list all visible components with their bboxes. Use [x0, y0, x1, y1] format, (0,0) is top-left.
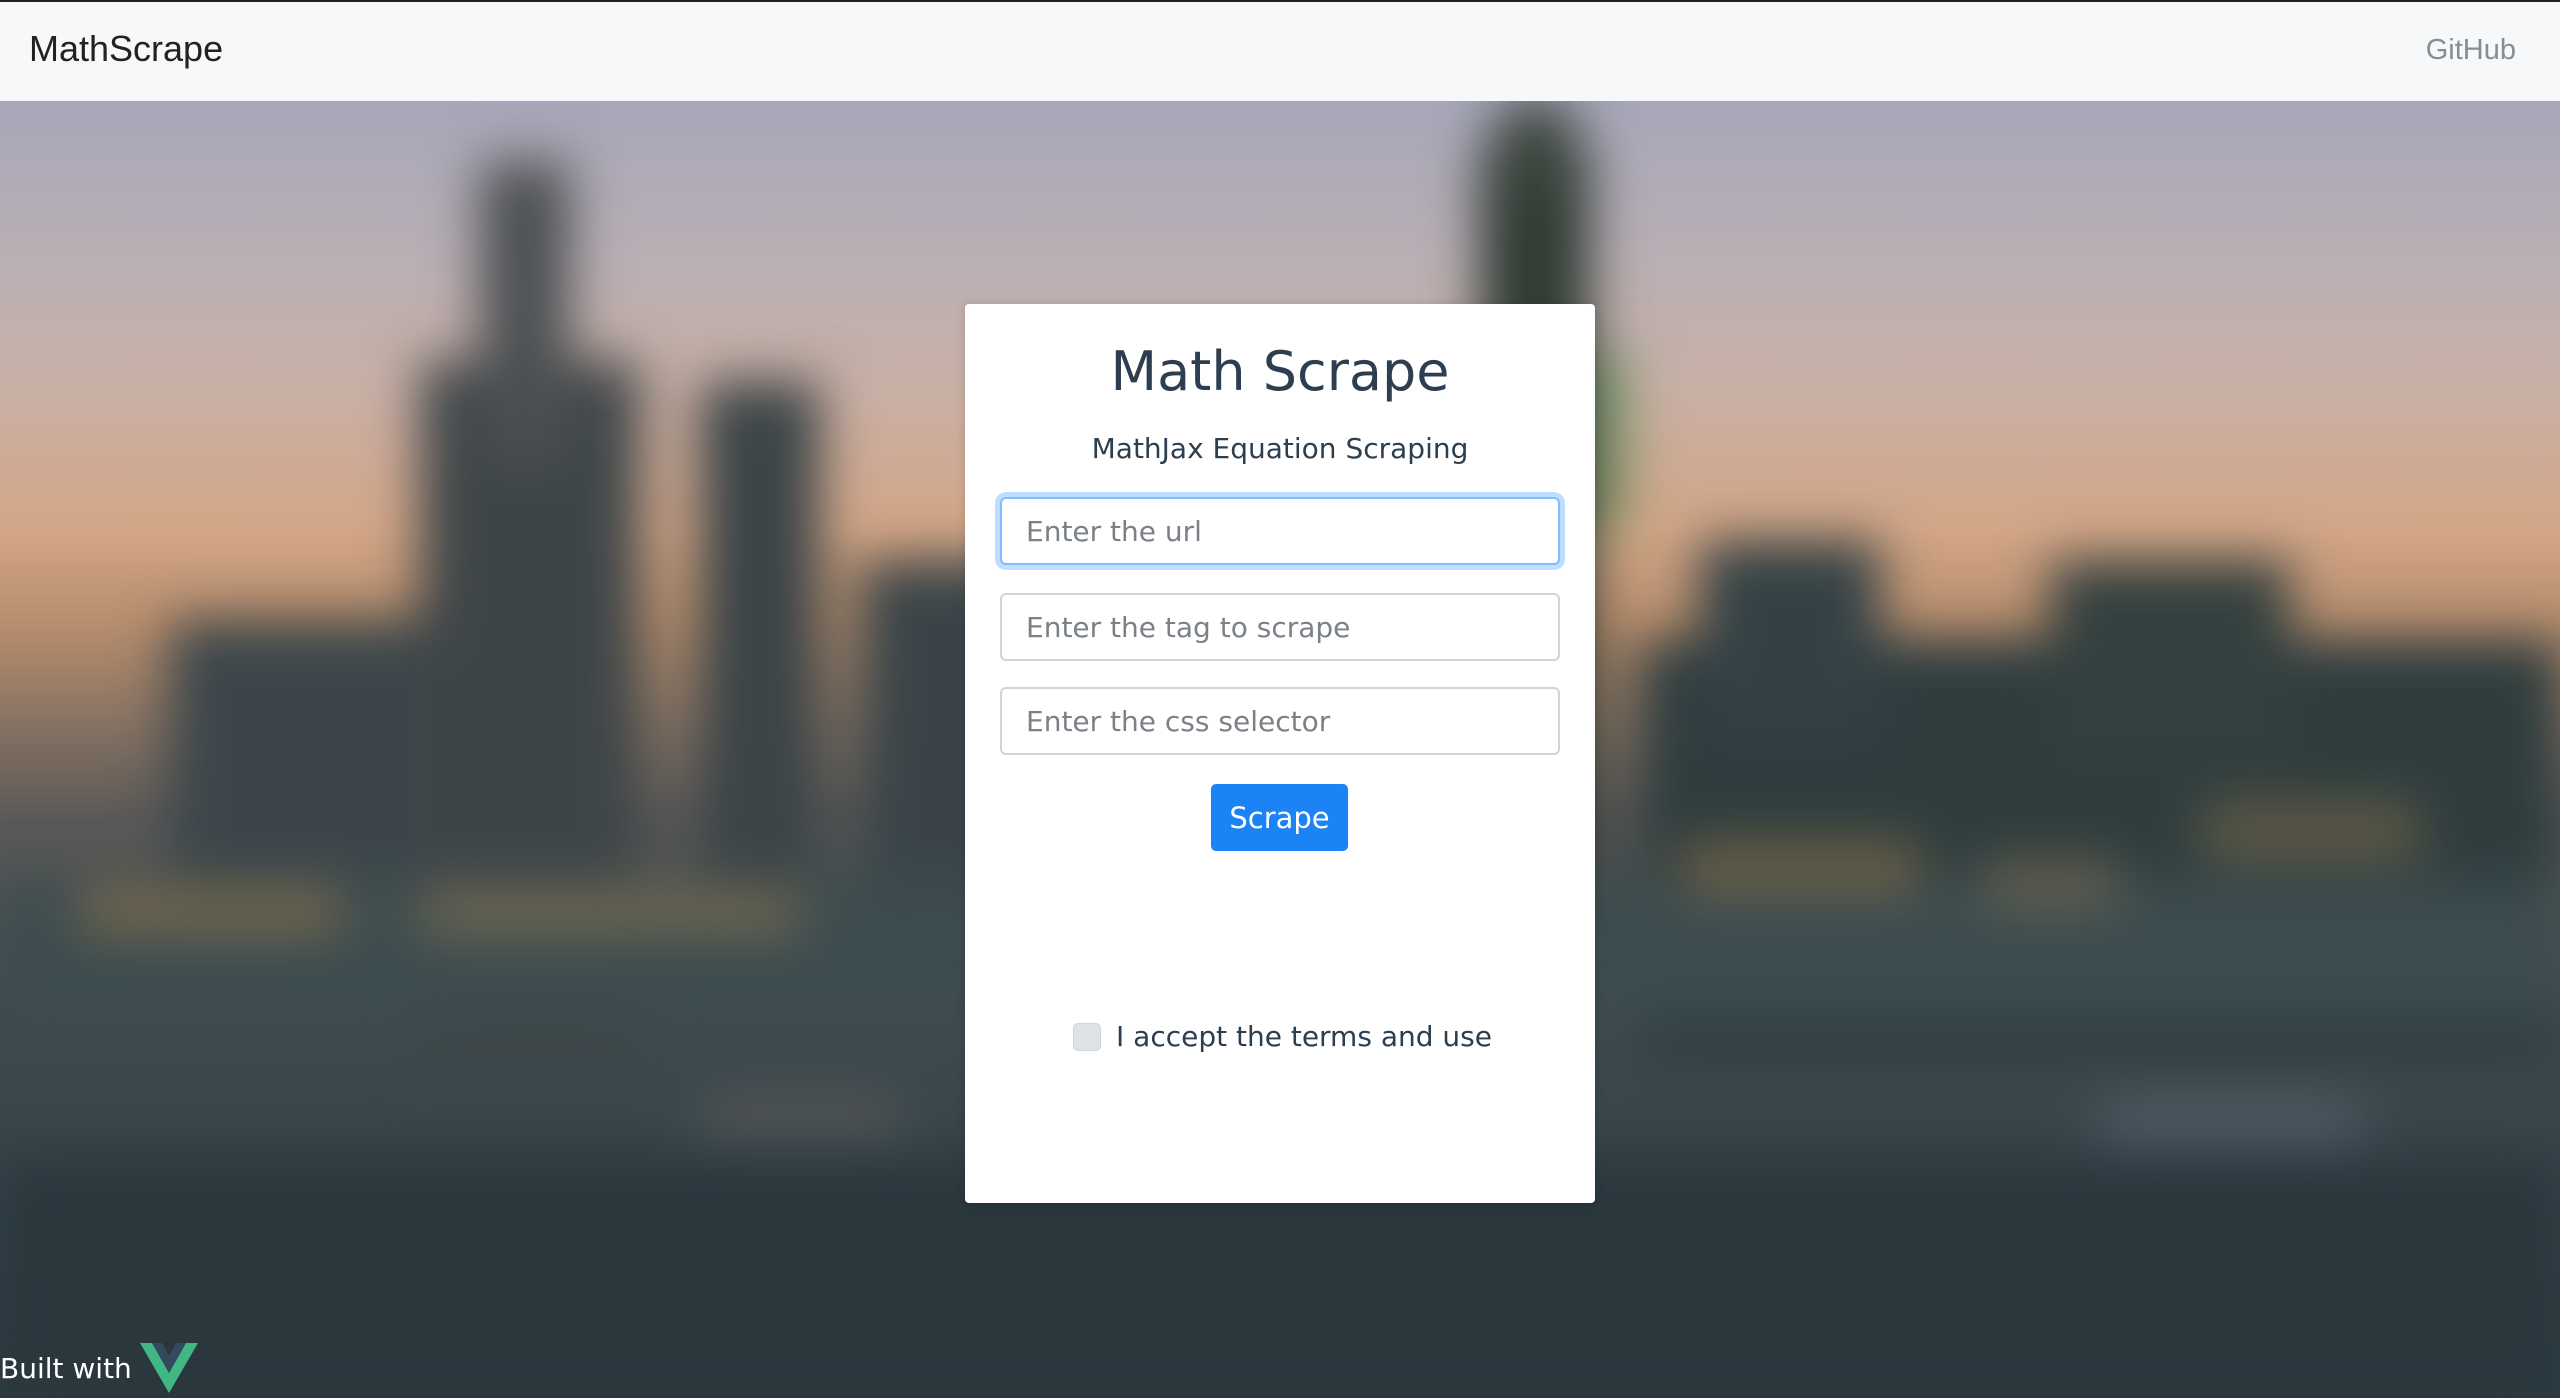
built-with-text: Built with — [0, 1351, 132, 1385]
vue-logo-icon — [139, 1343, 198, 1393]
url-input[interactable] — [1000, 497, 1560, 565]
github-link[interactable]: GitHub — [2426, 34, 2516, 67]
footer-built-with: Built with — [0, 1343, 198, 1393]
card-subtitle: MathJax Equation Scraping — [1091, 432, 1469, 465]
scrape-form-card: Math Scrape MathJax Equation Scraping Sc… — [965, 304, 1595, 1203]
terms-label[interactable]: I accept the terms and use — [1116, 1020, 1492, 1053]
card-title: Math Scrape — [1110, 340, 1450, 403]
terms-checkbox-row[interactable]: I accept the terms and use — [1073, 1020, 1492, 1053]
tag-input[interactable] — [1000, 593, 1560, 661]
terms-checkbox[interactable] — [1073, 1022, 1101, 1051]
top-navbar: MathScrape GitHub — [0, 0, 2560, 101]
scrape-button[interactable]: Scrape — [1211, 784, 1348, 851]
brand-link[interactable]: MathScrape — [29, 28, 223, 70]
css-selector-input[interactable] — [1000, 687, 1560, 755]
